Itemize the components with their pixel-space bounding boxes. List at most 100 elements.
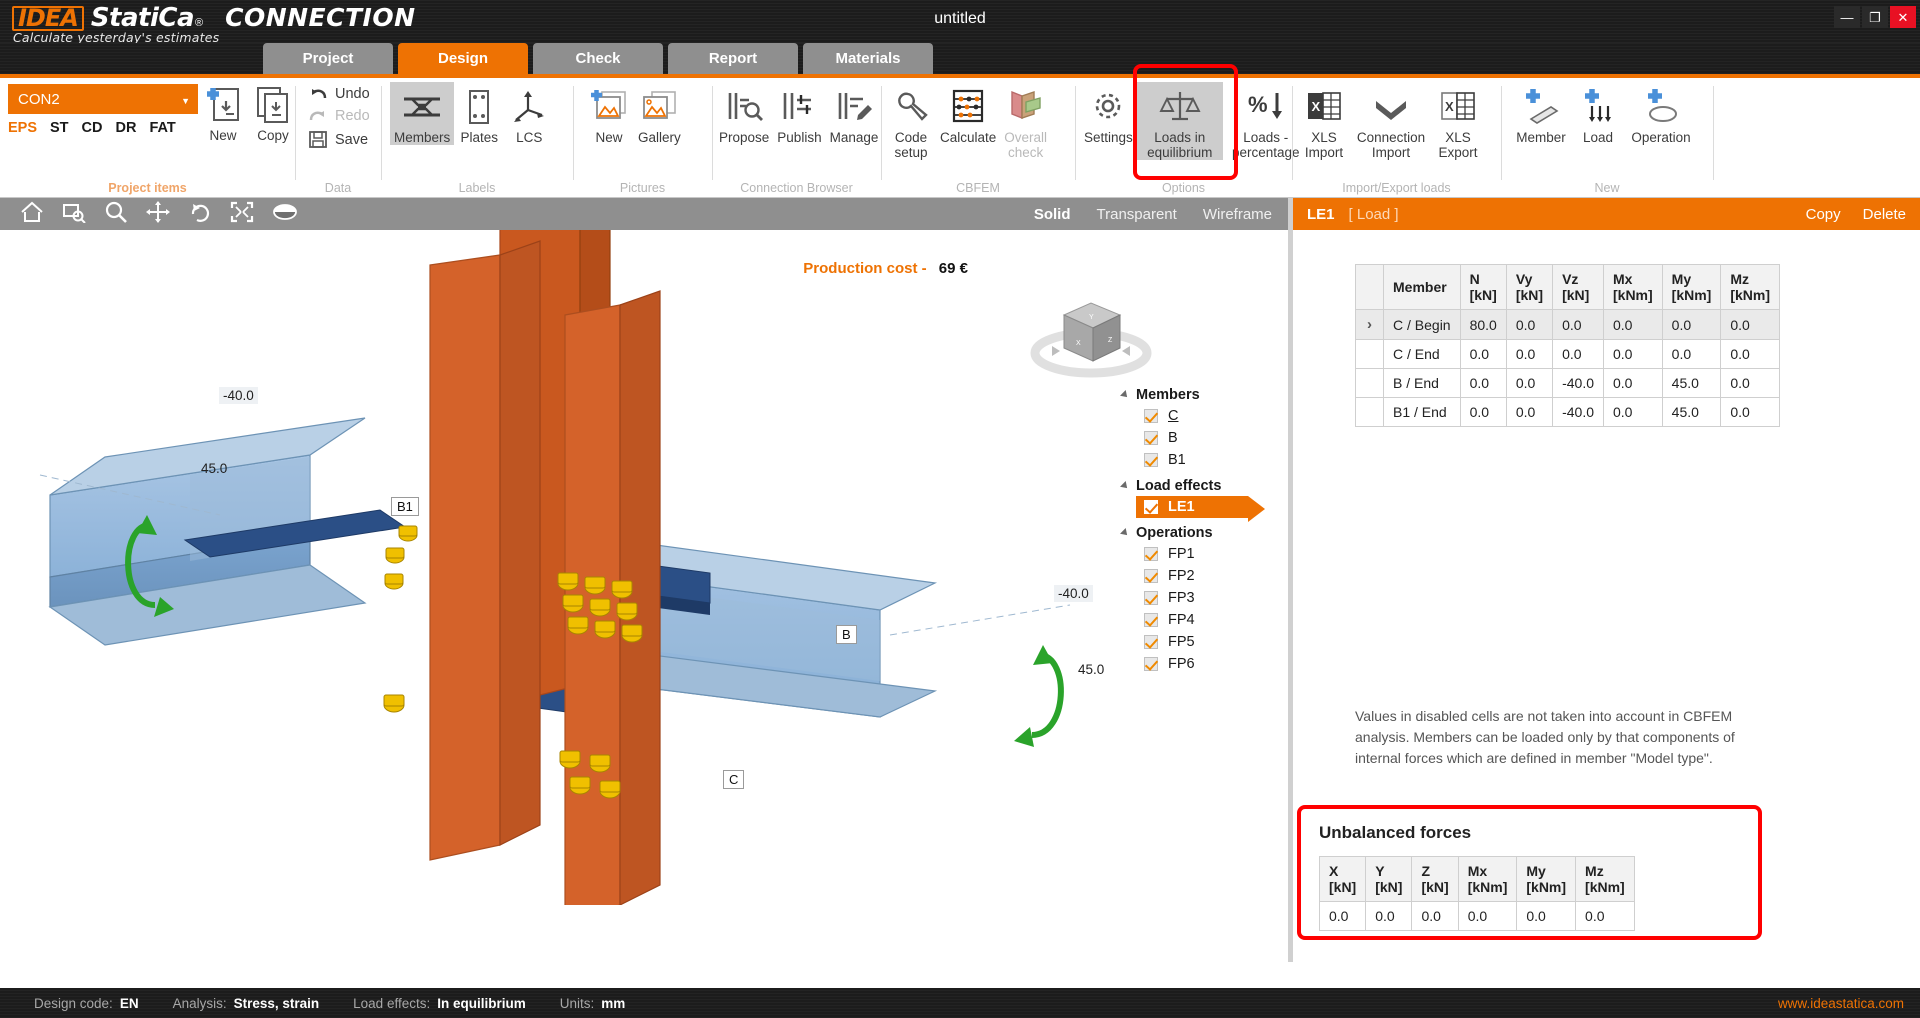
code-dr[interactable]: DR <box>116 120 137 136</box>
cell-mx[interactable]: 0.0 <box>1604 310 1663 340</box>
minimize-button[interactable]: — <box>1834 6 1860 28</box>
code-st[interactable]: ST <box>50 120 69 136</box>
view-mode-solid[interactable]: Solid <box>1034 206 1071 223</box>
cell-vy[interactable]: 0.0 <box>1506 398 1552 427</box>
expand-triangle-icon[interactable] <box>1120 390 1130 400</box>
display-mode-icon[interactable] <box>272 201 298 228</box>
pictures-new-button[interactable]: New <box>584 82 634 145</box>
cell-n[interactable]: 0.0 <box>1460 369 1506 398</box>
cell-vz[interactable]: -40.0 <box>1553 398 1604 427</box>
cell-mz[interactable]: 0.0 <box>1721 310 1780 340</box>
checkbox-icon[interactable] <box>1144 409 1158 423</box>
checkbox-icon[interactable] <box>1144 657 1158 671</box>
checkbox-icon[interactable] <box>1144 500 1158 514</box>
code-eps[interactable]: EPS <box>8 120 37 136</box>
close-button[interactable]: ✕ <box>1890 6 1916 28</box>
loads-in-equilibrium-button[interactable]: Loads in equilibrium <box>1137 82 1223 160</box>
tab-check[interactable]: Check <box>533 43 663 74</box>
cell-vy[interactable]: 0.0 <box>1506 340 1552 369</box>
cell-member[interactable]: C / Begin <box>1384 310 1461 340</box>
tree-item-c[interactable]: C <box>1122 405 1272 427</box>
cell-member[interactable]: B / End <box>1384 369 1461 398</box>
calculate-button[interactable]: Calculate <box>936 82 1000 145</box>
tree-item-b1[interactable]: B1 <box>1122 449 1272 471</box>
expand-triangle-icon[interactable] <box>1120 528 1130 538</box>
zoom-window-icon[interactable] <box>62 201 86 228</box>
view-mode-transparent[interactable]: Transparent <box>1097 206 1177 223</box>
cell-member[interactable]: C / End <box>1384 340 1461 369</box>
cell-mz[interactable]: 0.0 <box>1721 398 1780 427</box>
undo-button[interactable]: Undo <box>308 86 370 102</box>
cell-mx[interactable]: 0.0 <box>1604 398 1663 427</box>
code-cd[interactable]: CD <box>82 120 103 136</box>
tree-group-load-effects[interactable]: Load effects <box>1122 478 1272 494</box>
pan-icon[interactable] <box>146 201 170 228</box>
tab-report[interactable]: Report <box>668 43 798 74</box>
checkbox-icon[interactable] <box>1144 431 1158 445</box>
cell-mx[interactable]: 0.0 <box>1604 369 1663 398</box>
xls-import-button[interactable]: X XLS Import <box>1299 82 1349 160</box>
xls-export-button[interactable]: X XLS Export <box>1433 82 1483 160</box>
overall-check-button[interactable]: Overall check <box>1000 82 1051 160</box>
cell-vy[interactable]: 0.0 <box>1506 369 1552 398</box>
new-load-button[interactable]: Load <box>1572 82 1624 145</box>
checkbox-icon[interactable] <box>1144 453 1158 467</box>
manage-button[interactable]: Manage <box>826 82 883 145</box>
cell-n[interactable]: 0.0 <box>1460 340 1506 369</box>
cell-n[interactable]: 80.0 <box>1460 310 1506 340</box>
cell-mx[interactable]: 0.0 <box>1604 340 1663 369</box>
tree-item-fp6[interactable]: FP6 <box>1122 653 1272 675</box>
cell-mz[interactable]: 0.0 <box>1721 340 1780 369</box>
code-fat[interactable]: FAT <box>149 120 175 136</box>
table-row[interactable]: C / End0.00.00.00.00.00.0 <box>1356 340 1780 369</box>
code-setup-button[interactable]: Code setup <box>886 82 936 160</box>
table-row[interactable]: ›C / Begin80.00.00.00.00.00.0 <box>1356 310 1780 340</box>
new-member-button[interactable]: Member <box>1510 82 1572 145</box>
tree-item-fp4[interactable]: FP4 <box>1122 609 1272 631</box>
cell-vz[interactable]: -40.0 <box>1553 369 1604 398</box>
tab-design[interactable]: Design <box>398 43 528 74</box>
delete-load-effect-button[interactable]: Delete <box>1863 206 1906 223</box>
new-operation-button[interactable]: Operation <box>1624 82 1698 145</box>
tree-item-b[interactable]: B <box>1122 427 1272 449</box>
checkbox-icon[interactable] <box>1144 591 1158 605</box>
copy-load-effect-button[interactable]: Copy <box>1806 206 1841 223</box>
cell-n[interactable]: 0.0 <box>1460 398 1506 427</box>
cell-vy[interactable]: 0.0 <box>1506 310 1552 340</box>
table-row[interactable]: B / End0.00.0-40.00.045.00.0 <box>1356 369 1780 398</box>
view-mode-wireframe[interactable]: Wireframe <box>1203 206 1272 223</box>
labels-members-button[interactable]: Members <box>390 82 454 145</box>
settings-button[interactable]: Settings <box>1080 82 1137 145</box>
propose-button[interactable]: Propose <box>715 82 773 145</box>
tree-group-members[interactable]: Members <box>1122 387 1272 403</box>
cell-vz[interactable]: 0.0 <box>1553 310 1604 340</box>
model-3d-view[interactable]: Production cost - 69 € Y X Z <box>0 230 1288 988</box>
internal-forces-table[interactable]: MemberN[kN]Vy[kN]Vz[kN]Mx[kNm]My[kNm]Mz[… <box>1355 264 1780 427</box>
labels-plates-button[interactable]: Plates <box>454 82 504 145</box>
maximize-button[interactable]: ❐ <box>1862 6 1888 28</box>
tab-materials[interactable]: Materials <box>803 43 933 74</box>
connection-select[interactable]: CON2 ▼ <box>8 84 198 114</box>
publish-button[interactable]: Publish <box>773 82 825 145</box>
tab-project[interactable]: Project <box>263 43 393 74</box>
checkbox-icon[interactable] <box>1144 613 1158 627</box>
cell-vz[interactable]: 0.0 <box>1553 340 1604 369</box>
tree-group-operations[interactable]: Operations <box>1122 525 1272 541</box>
expand-triangle-icon[interactable] <box>1120 481 1130 491</box>
cell-my[interactable]: 45.0 <box>1662 398 1721 427</box>
rotate-icon[interactable] <box>188 201 212 228</box>
tree-item-fp5[interactable]: FP5 <box>1122 631 1272 653</box>
tree-item-fp1[interactable]: FP1 <box>1122 543 1272 565</box>
new-project-item-button[interactable]: New <box>198 80 248 143</box>
cell-member[interactable]: B1 / End <box>1384 398 1461 427</box>
tree-item-le1[interactable]: LE1 <box>1136 496 1248 518</box>
connection-import-button[interactable]: Connection Import <box>1349 82 1433 160</box>
cell-mz[interactable]: 0.0 <box>1721 369 1780 398</box>
copy-project-item-button[interactable]: Copy <box>248 80 298 143</box>
labels-lcs-button[interactable]: LCS <box>504 82 554 145</box>
table-row[interactable]: B1 / End0.00.0-40.00.045.00.0 <box>1356 398 1780 427</box>
checkbox-icon[interactable] <box>1144 547 1158 561</box>
zoom-icon[interactable] <box>104 201 128 228</box>
save-button[interactable]: Save <box>308 130 370 149</box>
cell-my[interactable]: 0.0 <box>1662 340 1721 369</box>
